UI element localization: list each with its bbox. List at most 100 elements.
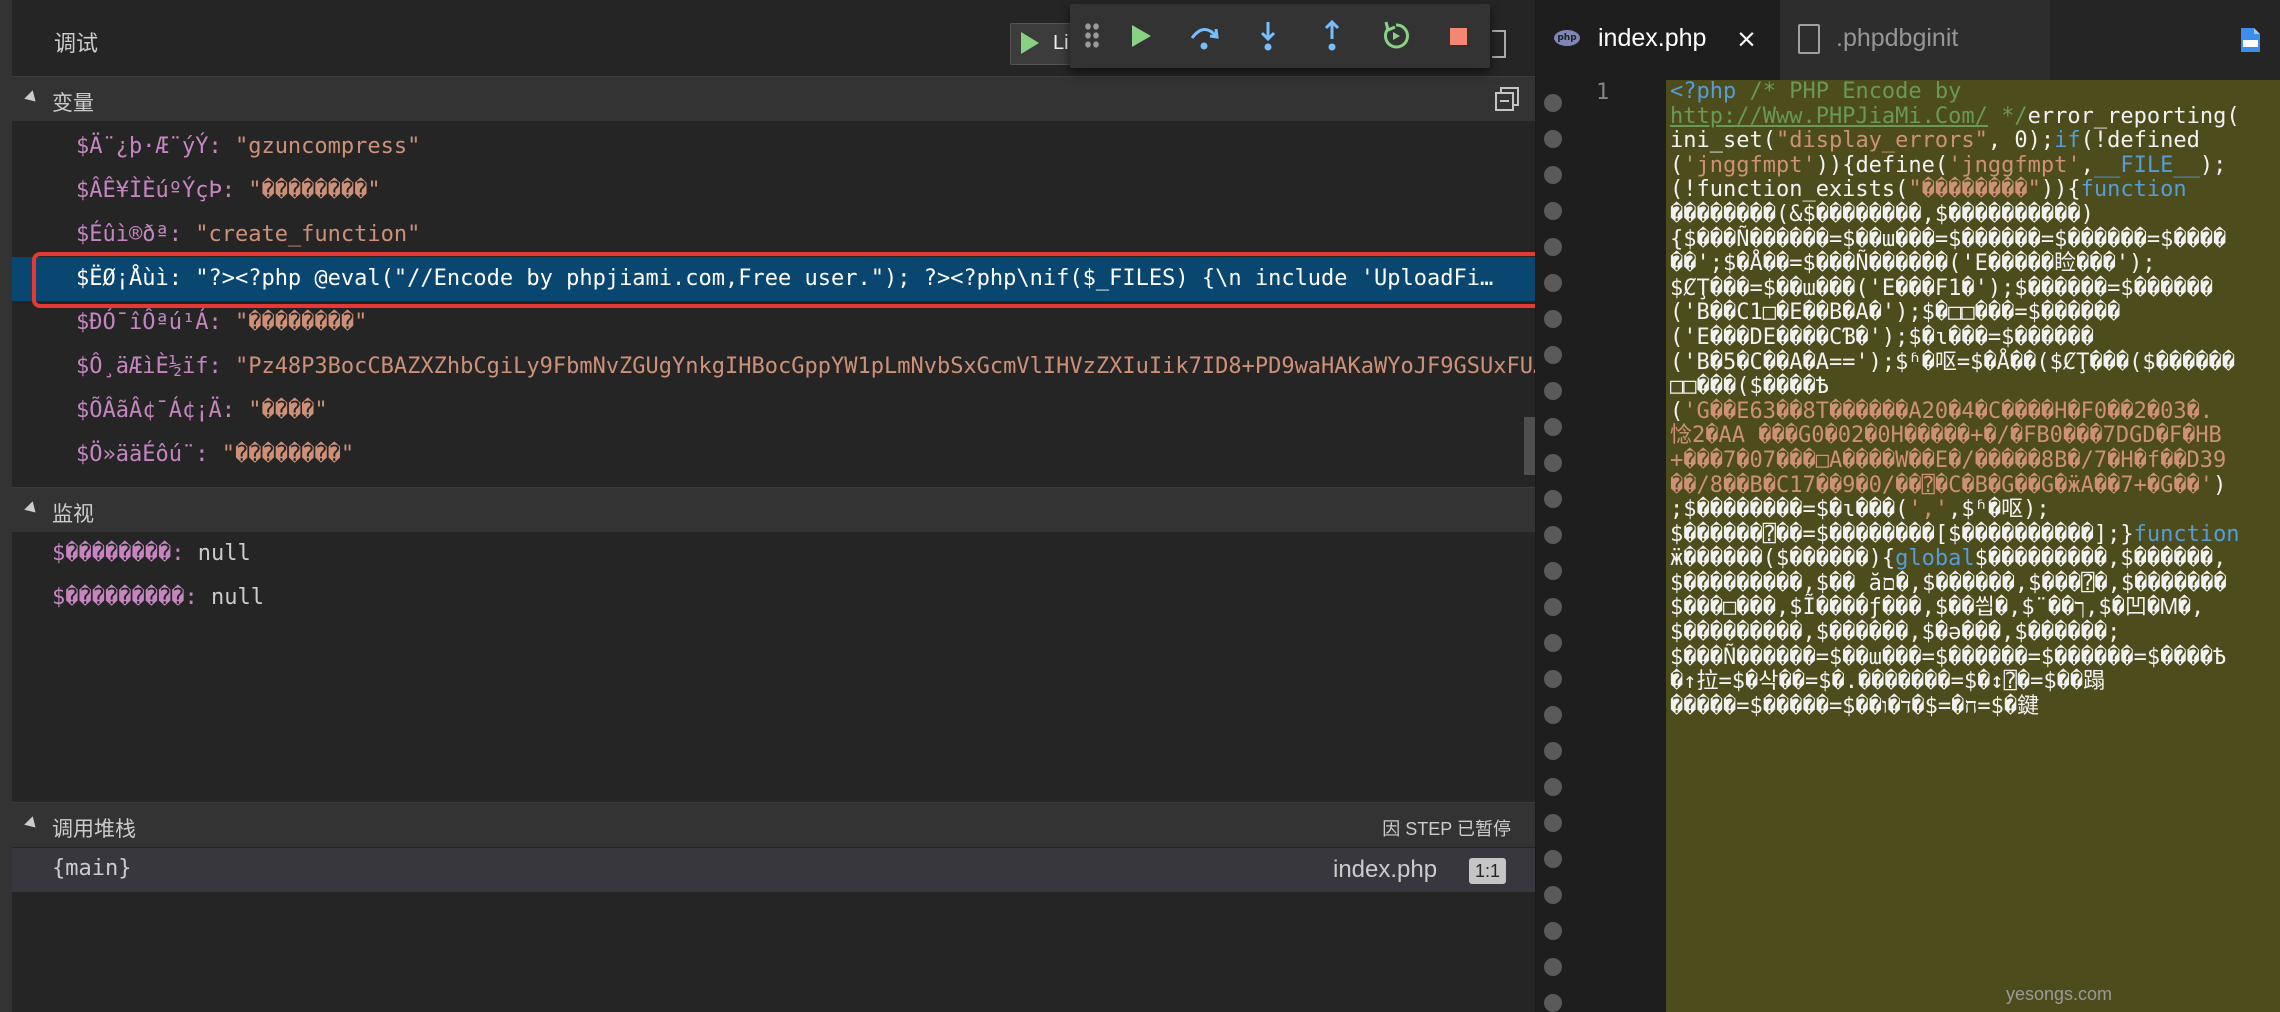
- debug-sidebar: 调试 Li 变量 $Ä¨¿þ·Æ¨ýÝ: "gzuncompress" $ÂÊ¥…: [0, 0, 1536, 1012]
- php-file-icon: php: [1554, 30, 1580, 46]
- chevron-down-icon: [24, 90, 40, 106]
- watch-list: $��������: null $���������: null: [52, 541, 264, 610]
- restart-icon: [1384, 21, 1409, 49]
- chevron-down-icon: [24, 501, 40, 517]
- variable-name: $ËØ¡Åùì: [76, 266, 169, 291]
- list-item[interactable]: $Ô¸äÆìÈ½ïf: "Pz48P3BocCBAZXZhbCgiLy9FbmN…: [12, 345, 1535, 389]
- variable-value: "��������": [248, 178, 381, 203]
- close-icon[interactable]: ×: [1736, 24, 1757, 53]
- watch-section-header[interactable]: 监视: [12, 487, 1535, 532]
- editor-tab-bar: php index.php × .phpdbginit: [1536, 0, 2280, 80]
- breakpoint-icon[interactable]: [1544, 346, 1562, 364]
- collapse-all-icon: [1495, 87, 1519, 111]
- debug-title: 调试: [54, 31, 99, 56]
- file-icon: [1798, 24, 1820, 54]
- call-stack-section-header[interactable]: 调用堆栈 因 STEP 已暂停: [12, 802, 1535, 847]
- php-language-icon[interactable]: [2236, 26, 2264, 54]
- stack-frame-position-badge: 1:1: [1469, 858, 1507, 884]
- vscode-window: 调试 Li 变量 $Ä¨¿þ·Æ¨ýÝ: "gzuncompress" $ÂÊ¥…: [0, 0, 2280, 1012]
- step-into-button[interactable]: [1250, 18, 1286, 54]
- paused-status: 因 STEP 已暂停: [1382, 819, 1511, 839]
- breakpoint-icon[interactable]: [1544, 526, 1562, 544]
- breakpoint-icon[interactable]: [1544, 706, 1562, 724]
- variable-name: $ÂÊ¥ÌÈúºÝçÞ: [76, 178, 222, 203]
- breakpoint-icon[interactable]: [1544, 742, 1562, 760]
- breakpoint-icon[interactable]: [1544, 598, 1562, 616]
- step-into-icon: [1260, 22, 1276, 51]
- variables-list: $Ä¨¿þ·Æ¨ýÝ: "gzuncompress" $ÂÊ¥ÌÈúºÝçÞ: …: [12, 121, 1535, 486]
- start-debugging-icon[interactable]: [1021, 32, 1039, 54]
- list-item[interactable]: $ÕÂãÂ¢¯Á¢¡Ä: "����": [12, 389, 1535, 433]
- watch-section-title: 监视: [52, 503, 94, 526]
- breakpoint-icon[interactable]: [1544, 994, 1562, 1012]
- breakpoint-icon[interactable]: [1544, 634, 1562, 652]
- code-editor[interactable]: <?php /* PHP Encode by http://Www.PHPJia…: [1666, 80, 2280, 1012]
- variable-name: $Éûì®ðª: [76, 222, 169, 247]
- watch-value: null: [210, 585, 264, 610]
- variable-value: "?><?php @eval("//Encode by phpjiami.com…: [195, 266, 1494, 291]
- drag-handle-icon[interactable]: [1084, 22, 1100, 50]
- variable-value: "����": [248, 398, 328, 423]
- php-doc-icon: [2241, 28, 2260, 52]
- list-item-selected[interactable]: $ËØ¡Åùì: "?><?php @eval("//Encode by php…: [12, 257, 1535, 301]
- editor-gutter: [1536, 80, 1666, 1012]
- watch-expression: $��������: [52, 541, 172, 566]
- breakpoint-icon[interactable]: [1544, 274, 1562, 292]
- collapse-all-button[interactable]: [1493, 85, 1521, 113]
- breakpoint-icon[interactable]: [1544, 238, 1562, 256]
- list-item[interactable]: $Ä¨¿þ·Æ¨ýÝ: "gzuncompress": [12, 125, 1535, 169]
- list-item[interactable]: $ÐÓ¯îÔªú¹Á: "��������": [12, 301, 1535, 345]
- variable-name: $ÐÓ¯îÔªú¹Á: [76, 310, 209, 335]
- variable-value: "gzuncompress": [234, 134, 421, 159]
- variables-section-title: 变量: [52, 92, 94, 115]
- activity-bar-edge: [0, 0, 12, 1012]
- breakpoint-icon[interactable]: [1544, 922, 1562, 940]
- breakpoint-icon[interactable]: [1544, 562, 1562, 580]
- list-item[interactable]: $Éûì®ðª: "create_function": [12, 213, 1535, 257]
- breakpoint-icon[interactable]: [1544, 490, 1562, 508]
- tab-phpdbginit[interactable]: .phpdbginit: [1780, 0, 2050, 80]
- step-over-button[interactable]: [1186, 18, 1222, 54]
- breakpoint-icon[interactable]: [1544, 958, 1562, 976]
- breakpoint-icon[interactable]: [1544, 778, 1562, 796]
- breakpoint-icon[interactable]: [1544, 454, 1562, 472]
- tab-index-php[interactable]: php index.php ×: [1536, 0, 1780, 80]
- breakpoint-icon[interactable]: [1544, 418, 1562, 436]
- debug-toolbar: [1070, 4, 1490, 68]
- tab-label: index.php: [1598, 24, 1707, 52]
- continue-button[interactable]: [1122, 18, 1158, 54]
- variables-section-header[interactable]: 变量: [12, 76, 1535, 121]
- breakpoint-icon[interactable]: [1544, 850, 1562, 868]
- breakpoint-icon[interactable]: [1544, 94, 1562, 112]
- stack-frame-name: {main}: [52, 856, 132, 881]
- watch-value: null: [197, 541, 251, 566]
- variable-name: $Ö»ääÉôú¨: [76, 442, 196, 467]
- step-out-icon: [1324, 19, 1340, 51]
- watermark: yesongs.com: [2006, 984, 2113, 1004]
- breakpoint-icon[interactable]: [1544, 886, 1562, 904]
- restart-button[interactable]: [1378, 18, 1414, 54]
- step-out-button[interactable]: [1314, 18, 1350, 54]
- editor-area: php index.php × .phpdbginit 1 <?php /* P…: [1536, 0, 2280, 1012]
- breakpoint-icon[interactable]: [1544, 814, 1562, 832]
- breakpoint-icon[interactable]: [1544, 310, 1562, 328]
- variables-scrollbar[interactable]: [1524, 417, 1535, 475]
- stop-button[interactable]: [1440, 18, 1476, 54]
- variable-name: $Ä¨¿þ·Æ¨ýÝ: [76, 134, 209, 159]
- list-item[interactable]: $Ö»ääÉôú¨: "��������": [12, 433, 1535, 477]
- tab-label: .phpdbginit: [1836, 24, 1959, 52]
- launch-config-label: Li: [1053, 32, 1069, 54]
- stack-frame-file: index.php: [1333, 856, 1438, 883]
- variable-name: $ÕÂãÂ¢¯Á¢¡Ä: [76, 398, 222, 423]
- list-item[interactable]: $ÂÊ¥ÌÈúºÝçÞ: "��������": [12, 169, 1535, 213]
- breakpoint-icon[interactable]: [1544, 130, 1562, 148]
- breakpoint-icon[interactable]: [1544, 202, 1562, 220]
- stack-frame-row[interactable]: {main} index.php 1:1: [12, 848, 1535, 892]
- breakpoint-icon[interactable]: [1544, 670, 1562, 688]
- config-gear-icon[interactable]: [1492, 30, 1506, 58]
- variable-value: "��������": [221, 442, 355, 467]
- breakpoint-icon[interactable]: [1544, 382, 1562, 400]
- breakpoint-icon[interactable]: [1544, 166, 1562, 184]
- watch-expression: $���������: [52, 585, 185, 610]
- chevron-down-icon: [24, 816, 40, 832]
